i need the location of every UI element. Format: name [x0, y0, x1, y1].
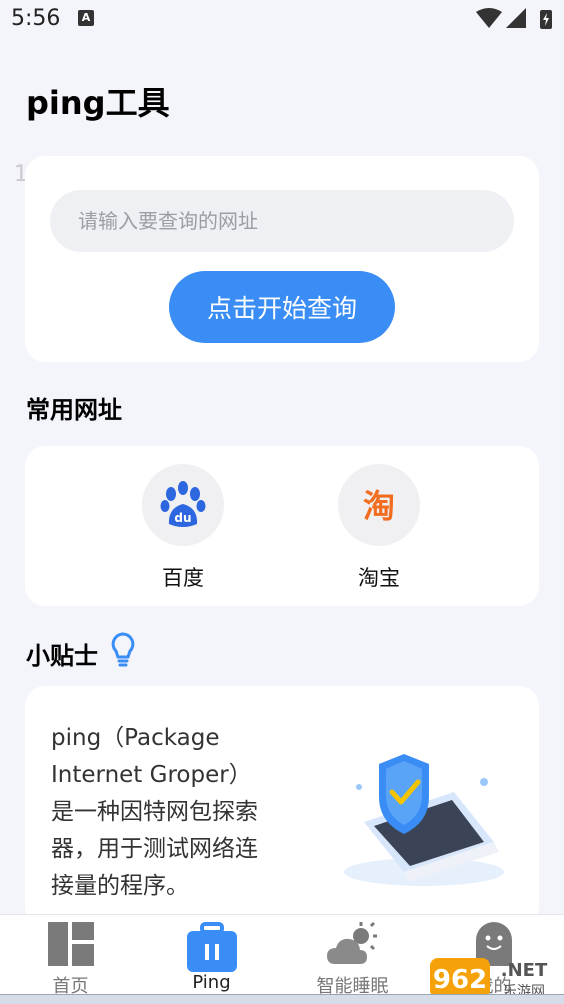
taobao-logo-icon: 淘	[338, 464, 420, 546]
site-label-taobao: 淘宝	[358, 566, 400, 590]
site-label-baidu: 百度	[162, 566, 204, 590]
tips-line: ping（Package	[51, 725, 220, 751]
weather-icon	[326, 922, 377, 964]
tips-card: ping（Package Internet Groper） 是一种因特网包探索 …	[25, 686, 539, 926]
os-taskbar	[0, 994, 564, 1004]
baidu-logo-icon: du	[142, 464, 224, 546]
site-item-taobao[interactable]: 淘 淘宝	[331, 464, 427, 592]
status-time: 5:56	[11, 6, 61, 31]
search-card: 点击开始查询	[25, 156, 539, 362]
common-sites-card: du 百度 淘 淘宝	[25, 446, 539, 606]
tips-line: 是一种因特网包探索	[51, 799, 258, 825]
nav-item-sleep[interactable]: 智能睡眠	[282, 915, 423, 997]
tips-line: 接量的程序。	[51, 873, 189, 899]
lightbulb-icon	[111, 632, 135, 667]
signal-icon	[506, 8, 526, 28]
tips-title: 小贴士	[26, 642, 98, 670]
tips-line: Internet Groper）	[51, 762, 252, 788]
dashboard-icon	[47, 922, 94, 966]
laptop-shield-illustration	[344, 754, 504, 886]
notification-icon: A	[78, 10, 94, 26]
tips-line: 器，用于测试网络连	[51, 836, 258, 862]
url-input[interactable]	[50, 190, 514, 252]
start-query-button[interactable]: 点击开始查询	[169, 271, 395, 343]
page-title: ping工具	[26, 84, 170, 122]
nav-label-ping: Ping	[192, 972, 231, 993]
tips-text: ping（Package Internet Groper） 是一种因特网包探索 …	[51, 720, 296, 905]
status-icons	[476, 8, 552, 29]
site-item-baidu[interactable]: du 百度	[135, 464, 231, 592]
svg-text:淘: 淘	[363, 487, 395, 525]
svg-text:du: du	[174, 511, 191, 525]
nav-item-home[interactable]: 首页	[0, 915, 141, 997]
status-bar: 5:56 A	[0, 0, 564, 40]
svg-text:962: 962	[433, 965, 487, 995]
nav-item-ping[interactable]: Ping	[141, 915, 282, 995]
svg-text:.NET: .NET	[501, 960, 548, 981]
common-sites-title: 常用网址	[26, 396, 122, 424]
toolbox-icon	[186, 922, 237, 972]
wifi-icon	[476, 8, 502, 28]
